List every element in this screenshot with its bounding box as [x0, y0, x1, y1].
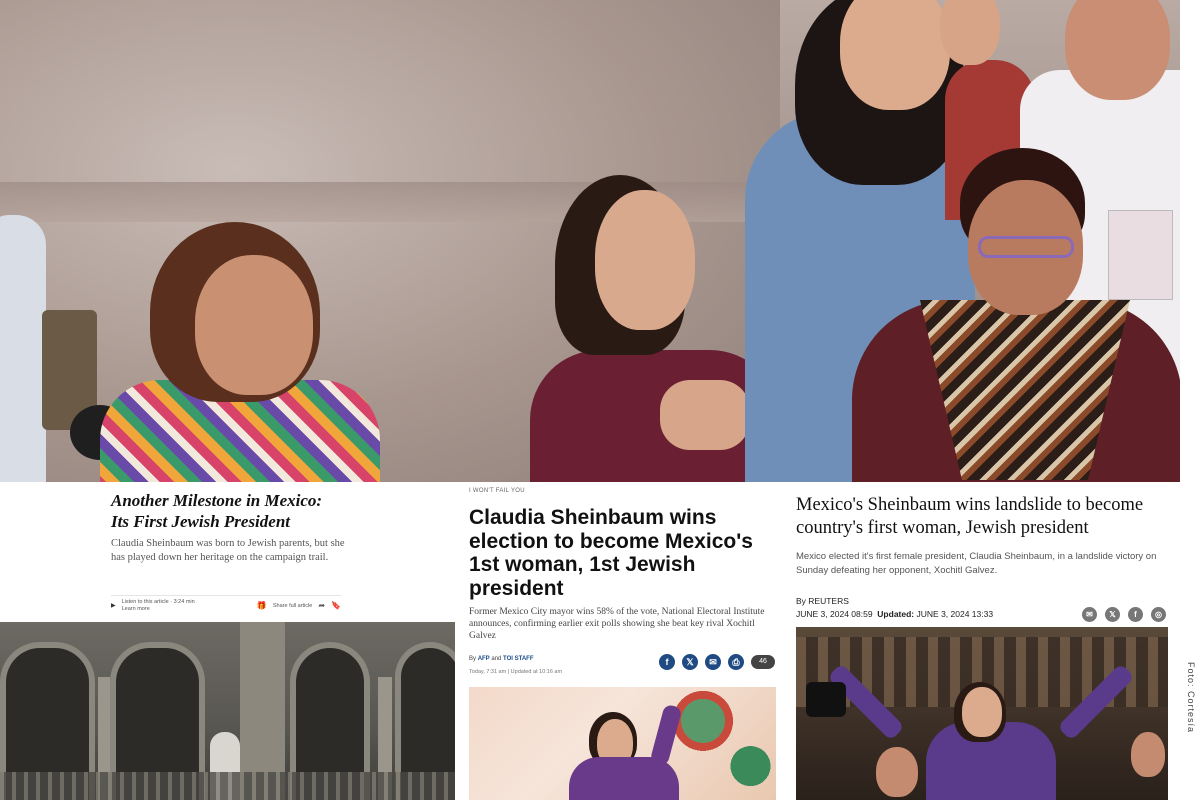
nyt-learn-more[interactable]: Learn more [122, 606, 150, 612]
reuters-photo-camera [806, 682, 846, 717]
nyt-headline[interactable]: Another Milestone in Mexico: Its First J… [111, 490, 411, 532]
toi-headline[interactable]: Claudia Sheinbaum wins election to becom… [469, 506, 774, 600]
reuters-photo-face [962, 687, 1002, 737]
toi-date: Today, 7:31 am | Updated at 10:16 am [469, 669, 563, 675]
x-twitter-icon[interactable]: 𝕏 [682, 654, 698, 670]
facebook-icon[interactable]: f [1128, 607, 1143, 622]
reuters-updated: JUNE 3, 2024 13:33 [916, 609, 994, 619]
reuters-article-snippet: Mexico's Sheinbaum wins landslide to bec… [782, 482, 1180, 800]
comments-count-badge[interactable]: 46 [751, 655, 775, 669]
gift-icon[interactable]: 🎁 [257, 601, 267, 610]
woman-left-face [195, 255, 313, 395]
email-icon[interactable]: ✉ [1082, 607, 1097, 622]
play-icon[interactable]: ▶ [111, 602, 116, 609]
reuters-byline: By REUTERS [796, 596, 849, 606]
toi-byline-prefix: By [469, 656, 477, 662]
toi-article-snippet: I WON'T FAIL YOU Claudia Sheinbaum wins … [455, 482, 782, 800]
nyt-share-label[interactable]: Share full article [273, 603, 312, 609]
reuters-published: JUNE 3, 2024 08:59 [796, 609, 873, 619]
toi-author-staff[interactable]: TOI STAFF [503, 656, 533, 662]
facebook-icon[interactable]: f [659, 654, 675, 670]
courtyard-photo [0, 622, 455, 800]
older-woman-glasses [978, 236, 1074, 258]
print-icon[interactable]: ⎙ [728, 654, 744, 670]
toi-byline-and: and [491, 656, 502, 662]
hero-right-margin [1180, 0, 1200, 482]
toi-byline: By AFP and TOI STAFF [469, 656, 534, 662]
man-badge [1108, 210, 1173, 300]
nyt-headline-line2: Its First Jewish President [111, 512, 291, 531]
nyt-article-snippet: Another Milestone in Mexico: Its First J… [0, 482, 455, 622]
toi-author-afp[interactable]: AFP [478, 656, 490, 662]
sheinbaum-hands [660, 380, 750, 450]
whatsapp-icon[interactable]: ◎ [1151, 607, 1166, 622]
sheinbaum-face [595, 190, 695, 330]
nyt-listen-label: Listen to this article · 3:24 min [121, 598, 195, 605]
reuters-updated-label: Updated: [877, 609, 915, 619]
hero-photo [0, 0, 1200, 482]
toi-summary: Former Mexico City mayor wins 58% of the… [469, 607, 765, 641]
person-left-edge [0, 215, 46, 482]
x-twitter-icon[interactable]: 𝕏 [1105, 607, 1120, 622]
man-face [1065, 0, 1170, 100]
reuters-headline[interactable]: Mexico's Sheinbaum wins landslide to bec… [796, 494, 1156, 540]
reuters-photo-man-face [876, 747, 918, 797]
woman-back-face [940, 0, 1000, 65]
email-icon[interactable]: ✉ [705, 654, 721, 670]
toi-photo [469, 687, 776, 800]
reuters-photo [796, 627, 1168, 800]
woman-denim-face [840, 0, 950, 110]
share-icon[interactable]: ➦ [318, 601, 325, 610]
toi-share-bar: f 𝕏 ✉ ⎙ 46 [659, 654, 775, 670]
reuters-dates: JUNE 3, 2024 08:59 Updated: JUNE 3, 2024… [796, 609, 993, 619]
photo-credit-text: Foto: Cortesía [1186, 662, 1196, 734]
reuters-photo-man-right-face [1131, 732, 1165, 777]
nyt-headline-line1: Another Milestone in Mexico: [111, 491, 323, 510]
photo-credit: Foto: Cortesía [1180, 482, 1200, 800]
nyt-summary: Claudia Sheinbaum was born to Jewish par… [111, 538, 345, 563]
toi-kicker: I WON'T FAIL YOU [469, 488, 525, 494]
reuters-summary: Mexico elected it's first female preside… [796, 551, 1157, 576]
bookmark-icon[interactable]: 🔖 [331, 601, 341, 610]
courtyard-balustrade [0, 772, 455, 800]
reuters-share-bar: ✉ 𝕏 f ◎ [1082, 607, 1166, 622]
nyt-toolbar: ▶ Listen to this article · 3:24 min Lear… [111, 595, 341, 615]
nyt-listen-block[interactable]: Listen to this article · 3:24 min Learn … [122, 599, 251, 613]
